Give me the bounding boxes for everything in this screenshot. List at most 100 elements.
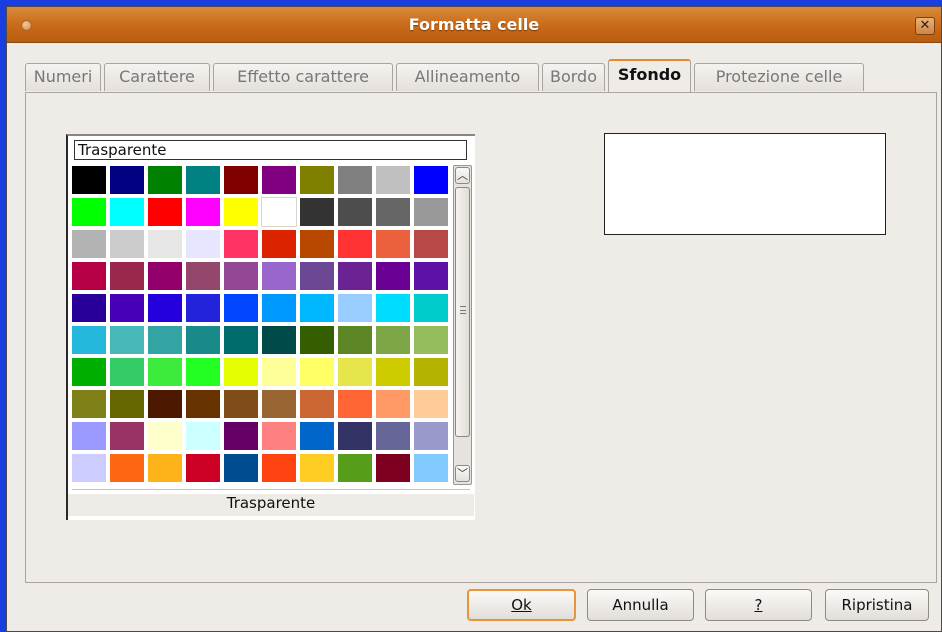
color-swatch[interactable]: [110, 390, 144, 418]
color-swatch[interactable]: [148, 454, 182, 482]
color-swatch[interactable]: [338, 166, 372, 194]
scroll-up-button[interactable]: ︿: [455, 167, 470, 184]
color-swatch[interactable]: [376, 198, 410, 226]
palette-scrollbar[interactable]: ︿ ﹀: [453, 165, 472, 485]
color-swatch[interactable]: [110, 358, 144, 386]
reset-button[interactable]: Ripristina: [825, 589, 929, 621]
color-swatch[interactable]: [72, 294, 106, 322]
color-swatch[interactable]: [262, 358, 296, 386]
title-bar[interactable]: Formatta celle ✕: [7, 7, 941, 43]
color-swatch[interactable]: [148, 422, 182, 450]
color-swatch[interactable]: [300, 262, 334, 290]
color-swatch[interactable]: [186, 230, 220, 258]
color-swatch[interactable]: [300, 198, 334, 226]
color-swatch[interactable]: [186, 166, 220, 194]
color-swatch[interactable]: [224, 390, 258, 418]
color-swatch[interactable]: [300, 294, 334, 322]
color-swatch[interactable]: [186, 454, 220, 482]
color-swatch[interactable]: [110, 422, 144, 450]
color-swatch[interactable]: [262, 166, 296, 194]
color-swatch[interactable]: [148, 198, 182, 226]
color-swatch[interactable]: [262, 422, 296, 450]
color-swatch[interactable]: [186, 294, 220, 322]
color-swatch[interactable]: [376, 166, 410, 194]
color-swatch[interactable]: [224, 230, 258, 258]
color-swatch[interactable]: [72, 230, 106, 258]
color-swatch[interactable]: [72, 166, 106, 194]
color-swatch[interactable]: [224, 454, 258, 482]
color-swatch[interactable]: [338, 422, 372, 450]
color-swatch[interactable]: [110, 198, 144, 226]
color-swatch[interactable]: [300, 230, 334, 258]
color-swatch[interactable]: [110, 230, 144, 258]
color-swatch[interactable]: [110, 326, 144, 354]
color-swatch[interactable]: [414, 358, 448, 386]
help-button[interactable]: ?: [705, 589, 812, 621]
color-swatch[interactable]: [148, 262, 182, 290]
color-swatch[interactable]: [262, 262, 296, 290]
color-swatch[interactable]: [414, 326, 448, 354]
color-swatch[interactable]: [376, 390, 410, 418]
color-swatch[interactable]: [72, 358, 106, 386]
color-swatch[interactable]: [224, 326, 258, 354]
color-swatch[interactable]: [262, 454, 296, 482]
color-swatch[interactable]: [148, 326, 182, 354]
color-swatch[interactable]: [300, 166, 334, 194]
color-swatch[interactable]: [110, 262, 144, 290]
color-swatch[interactable]: [110, 166, 144, 194]
color-swatch[interactable]: [186, 262, 220, 290]
color-swatch[interactable]: [338, 358, 372, 386]
scrollbar-thumb[interactable]: [455, 187, 470, 437]
color-swatch[interactable]: [262, 326, 296, 354]
color-swatch[interactable]: [262, 294, 296, 322]
color-swatch[interactable]: [338, 230, 372, 258]
color-swatch[interactable]: [376, 422, 410, 450]
color-swatch[interactable]: [376, 454, 410, 482]
scroll-down-button[interactable]: ﹀: [455, 465, 470, 482]
color-swatch[interactable]: [338, 454, 372, 482]
color-swatch[interactable]: [148, 230, 182, 258]
color-swatch[interactable]: [338, 198, 372, 226]
color-swatch[interactable]: [72, 262, 106, 290]
tab-numeri[interactable]: Numeri: [25, 63, 101, 91]
close-button[interactable]: ✕: [915, 17, 935, 35]
color-swatch[interactable]: [414, 198, 448, 226]
color-swatch[interactable]: [148, 166, 182, 194]
color-swatch[interactable]: [262, 390, 296, 418]
color-swatch[interactable]: [376, 294, 410, 322]
color-swatch[interactable]: [414, 166, 448, 194]
color-swatch[interactable]: [376, 262, 410, 290]
color-swatch[interactable]: [376, 326, 410, 354]
color-swatch[interactable]: [414, 294, 448, 322]
color-swatch[interactable]: [300, 454, 334, 482]
color-swatch[interactable]: [72, 422, 106, 450]
color-swatch[interactable]: [414, 390, 448, 418]
color-swatch[interactable]: [224, 198, 258, 226]
color-swatch[interactable]: [414, 454, 448, 482]
color-swatch[interactable]: [186, 390, 220, 418]
cancel-button[interactable]: Annulla: [587, 589, 694, 621]
color-swatch[interactable]: [224, 294, 258, 322]
color-swatch[interactable]: [72, 326, 106, 354]
tab-carattere[interactable]: Carattere: [104, 63, 210, 91]
color-swatch[interactable]: [338, 326, 372, 354]
color-swatch[interactable]: [376, 230, 410, 258]
tab-effetto-carattere[interactable]: Effetto carattere: [213, 63, 393, 91]
color-swatch[interactable]: [261, 197, 297, 227]
color-swatch[interactable]: [338, 294, 372, 322]
color-swatch[interactable]: [414, 422, 448, 450]
color-swatch[interactable]: [224, 422, 258, 450]
tab-bordo[interactable]: Bordo: [542, 63, 605, 91]
color-swatch[interactable]: [224, 166, 258, 194]
color-swatch[interactable]: [186, 422, 220, 450]
color-swatch[interactable]: [224, 358, 258, 386]
color-swatch[interactable]: [338, 262, 372, 290]
tab-allineamento[interactable]: Allineamento: [396, 63, 539, 91]
color-swatch[interactable]: [148, 358, 182, 386]
color-swatch[interactable]: [110, 294, 144, 322]
color-swatch[interactable]: [414, 262, 448, 290]
color-swatch[interactable]: [414, 230, 448, 258]
color-swatch[interactable]: [300, 326, 334, 354]
color-swatch[interactable]: [376, 358, 410, 386]
tab-sfondo[interactable]: Sfondo: [608, 59, 691, 92]
